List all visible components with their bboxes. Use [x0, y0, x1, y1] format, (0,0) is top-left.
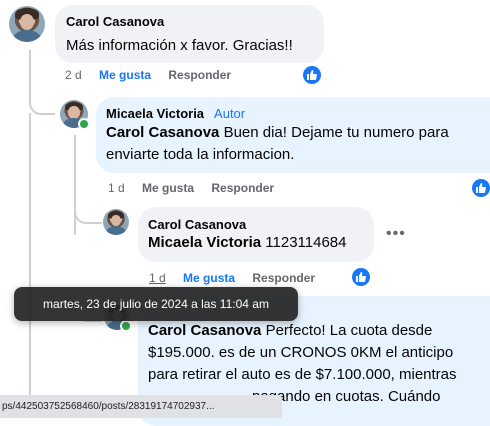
- reply-button[interactable]: Responder: [252, 271, 315, 285]
- like-reaction-icon[interactable]: [352, 268, 370, 286]
- mention-link[interactable]: Carol Casanova: [106, 124, 219, 141]
- comment-text: Micaela Victoria 1123114684: [148, 232, 347, 254]
- mention-link[interactable]: Carol Casanova: [148, 322, 261, 339]
- comment-actions: 2 d Me gusta Responder: [65, 68, 245, 82]
- reply-button[interactable]: Responder: [168, 68, 231, 82]
- online-indicator-icon: [122, 322, 130, 330]
- like-reaction-icon[interactable]: [472, 179, 490, 197]
- comment-text-line: para retirar el auto es de $7.100.000, m…: [148, 366, 457, 383]
- more-options-icon[interactable]: •••: [386, 225, 406, 243]
- like-button[interactable]: Me gusta: [183, 271, 235, 285]
- comment-author[interactable]: Carol Casanova: [66, 14, 164, 29]
- comment-timestamp[interactable]: 1 d: [149, 271, 166, 285]
- comment-text-line: Buen dia! Dejame tu numero para: [223, 124, 449, 141]
- like-reaction-icon[interactable]: [303, 66, 321, 84]
- avatar[interactable]: [103, 209, 129, 235]
- comment-actions: 1 d Me gusta Responder: [149, 271, 329, 285]
- comment-author[interactable]: Carol Casanova: [148, 217, 246, 232]
- comment-author[interactable]: Micaela Victoria: [106, 106, 204, 121]
- thread-line: [74, 200, 102, 224]
- thread-line: [29, 95, 55, 115]
- comment-timestamp[interactable]: 2 d: [65, 68, 82, 82]
- author-badge: Autor: [214, 106, 246, 121]
- comment-timestamp[interactable]: 1 d: [108, 181, 125, 195]
- comment-text-value: 1123114684: [265, 234, 347, 251]
- comment-bubble: Carol Casanova Micaela Victoria 11231146…: [138, 207, 374, 262]
- reply-button[interactable]: Responder: [211, 181, 274, 195]
- comment-bubble: Micaela Victoria Autor Carol Casanova Bue…: [96, 97, 490, 173]
- comment-text-line: Perfecto! La cuota desde: [265, 322, 433, 339]
- thread-line: [29, 113, 31, 403]
- comment-text-line: enviarte toda la informacion.: [106, 146, 295, 163]
- comment-text: Carol Casanova Buen dia! Dejame tu numer…: [106, 122, 449, 166]
- status-bar-url: ps/442503752568460/posts/28319174702937.…: [0, 395, 282, 418]
- mention-link[interactable]: Micaela Victoria: [148, 234, 261, 251]
- timestamp-tooltip: martes, 23 de julio de 2024 a las 11:04 …: [14, 287, 298, 321]
- comment-text-line: $195.000. es de un CRONOS 0KM el anticip…: [148, 344, 454, 361]
- comment-bubble: Carol Casanova Más información x favor. …: [55, 5, 324, 63]
- avatar[interactable]: [9, 6, 45, 42]
- online-indicator-icon: [80, 120, 88, 128]
- like-button[interactable]: Me gusta: [142, 181, 194, 195]
- comment-actions: 1 d Me gusta Responder: [108, 181, 288, 195]
- comment-text: Más información x favor. Gracias!!: [66, 37, 293, 54]
- like-button[interactable]: Me gusta: [99, 68, 151, 82]
- thread-line: [74, 135, 76, 235]
